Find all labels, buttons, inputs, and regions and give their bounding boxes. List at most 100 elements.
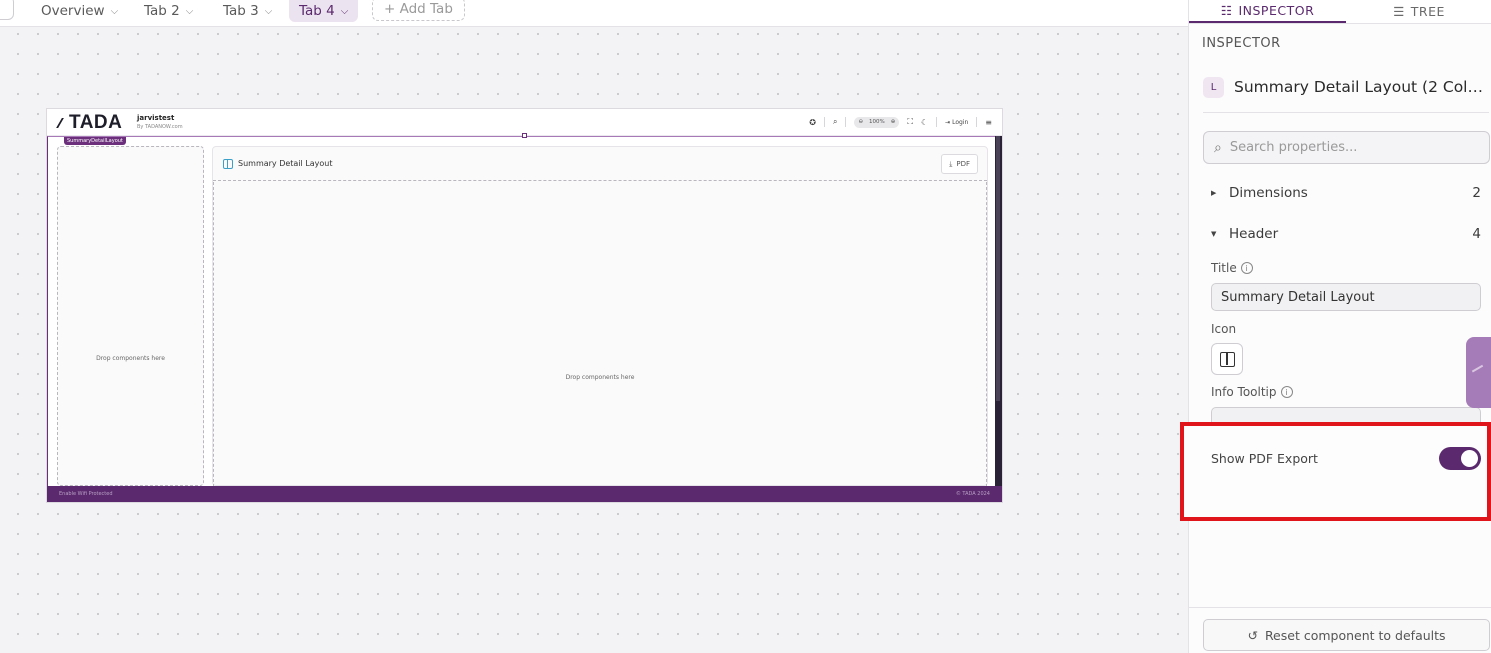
- preview-header: TADA jarvistest By TADANOW.com ✪ ⌕ ⊖ 100…: [47, 109, 1002, 136]
- columns-icon: [223, 159, 233, 169]
- divider: [976, 117, 978, 127]
- detail-card: Summary Detail Layout ⤓ PDF Drop compone…: [212, 146, 988, 487]
- preview-byline: By TADANOW.com: [137, 124, 183, 130]
- canvas-preview: TADA jarvistest By TADANOW.com ✪ ⌕ ⊖ 100…: [47, 109, 1002, 502]
- dark-mode-icon[interactable]: ☾: [921, 118, 928, 127]
- menu-icon[interactable]: ≡: [985, 118, 992, 127]
- title-label: Title: [1211, 261, 1237, 275]
- floating-assistant-tab[interactable]: [1466, 337, 1491, 408]
- tab-tree[interactable]: ☰ TREE: [1346, 0, 1491, 23]
- section-dimensions[interactable]: ▶ Dimensions 2: [1211, 183, 1481, 203]
- tab-label: Overview: [41, 3, 105, 19]
- divider: [823, 117, 825, 127]
- search-input[interactable]: ⌕ Search properties...: [1203, 131, 1490, 164]
- tab-4[interactable]: Tab 4 ⌵: [289, 0, 359, 22]
- tab-inspector-label: INSPECTOR: [1238, 2, 1315, 18]
- preview-username: jarvistest: [137, 114, 175, 122]
- tooltip-field-label: Info Tooltip i: [1211, 385, 1293, 399]
- component-name: Summary Detail Layout (2 Columns): [1234, 78, 1491, 96]
- drop-hint: Drop components here: [96, 355, 165, 362]
- assistant-icon: [1471, 364, 1489, 382]
- chevron-down-icon: ⌵: [185, 5, 194, 17]
- columns-icon: [1219, 351, 1235, 367]
- section-count: 4: [1472, 226, 1481, 242]
- info-icon[interactable]: i: [1280, 386, 1293, 398]
- caret-right-icon: ▶: [1211, 189, 1217, 197]
- title-field-label: Title i: [1211, 261, 1253, 275]
- reset-defaults-button[interactable]: ↺ Reset component to defaults: [1203, 619, 1490, 651]
- fullscreen-icon[interactable]: ⛶: [907, 117, 913, 127]
- highlight-box: [1180, 422, 1491, 521]
- panel-heading: INSPECTOR: [1202, 36, 1281, 51]
- add-tab-button[interactable]: + Add Tab: [372, 0, 465, 21]
- tab-overview[interactable]: Overview ⌵: [37, 0, 122, 22]
- section-header[interactable]: ▼ Header 4: [1211, 224, 1481, 244]
- toggle-knob: [1461, 450, 1478, 467]
- pdf-export-button[interactable]: ⤓ PDF: [941, 154, 978, 174]
- collapse-button[interactable]: [0, 0, 14, 20]
- caret-down-icon: ▼: [1211, 230, 1217, 238]
- tooltip-label: Info Tooltip: [1211, 385, 1277, 399]
- scrollbar-thumb[interactable]: [996, 136, 1000, 401]
- sliders-icon: ☷: [1220, 2, 1233, 18]
- info-icon[interactable]: i: [1240, 262, 1253, 274]
- tab-3[interactable]: Tab 3 ⌵: [219, 0, 276, 22]
- icon-label: Icon: [1211, 322, 1237, 336]
- preview-toolbar: ✪ ⌕ ⊖ 100% ⊕ ⛶ ☾ ⇥ Login ≡: [809, 114, 992, 130]
- zoom-control: ⊖ 100% ⊕: [854, 116, 900, 128]
- download-icon: ⤓: [949, 159, 953, 168]
- selected-component-row: L Summary Detail Layout (2 Columns): [1203, 77, 1491, 113]
- brand-name: TADA: [69, 112, 123, 133]
- left-drop-zone[interactable]: Drop components here: [57, 146, 204, 486]
- divider: [845, 117, 847, 127]
- search-icon: ⌕: [1214, 139, 1222, 156]
- icon-picker-button[interactable]: [1211, 343, 1243, 375]
- login-label: Login: [952, 118, 969, 126]
- divider: [936, 117, 938, 127]
- footer-left-text: Enable Wifi Protected: [59, 491, 113, 497]
- search-placeholder: Search properties...: [1229, 140, 1358, 155]
- reset-icon: ↺: [1247, 627, 1258, 643]
- card-header: Summary Detail Layout ⤓ PDF: [213, 147, 987, 181]
- reset-label: Reset component to defaults: [1264, 627, 1446, 643]
- chevron-down-icon: ⌵: [110, 5, 119, 17]
- tada-logo: TADA: [56, 112, 123, 134]
- app-emblem-icon[interactable]: ✪: [809, 118, 816, 127]
- component-type-badge: L: [1203, 77, 1224, 98]
- tab-inspector[interactable]: ☷ INSPECTOR: [1189, 0, 1346, 23]
- section-count: 2: [1472, 185, 1481, 201]
- search-icon[interactable]: ⌕: [833, 117, 837, 127]
- main-drop-zone[interactable]: Drop components here: [213, 182, 987, 487]
- tab-label: Tab 2: [144, 3, 180, 19]
- panel-tabs: ☷ INSPECTOR ☰ TREE: [1189, 0, 1491, 24]
- title-input[interactable]: Summary Detail Layout: [1211, 283, 1481, 311]
- component-badge: SummaryDetailLayout: [64, 137, 126, 145]
- title-value: Summary Detail Layout: [1221, 289, 1375, 305]
- login-button[interactable]: ⇥ Login: [945, 119, 968, 126]
- card-title: Summary Detail Layout: [238, 159, 333, 168]
- section-label: Header: [1229, 226, 1279, 242]
- tab-label: Tab 4: [299, 3, 335, 19]
- resize-handle-top[interactable]: [522, 133, 527, 138]
- zoom-out-icon[interactable]: ⊖: [858, 119, 863, 125]
- preview-scrollbar[interactable]: [995, 136, 1002, 486]
- section-label: Dimensions: [1229, 185, 1308, 201]
- chevron-down-icon: ⌵: [264, 5, 273, 17]
- inspector-panel: ☷ INSPECTOR ☰ TREE INSPECTOR L Summary D…: [1180, 0, 1491, 653]
- divider: [1189, 607, 1491, 608]
- tab-label: Tab 3: [223, 3, 259, 19]
- icon-field-label: Icon: [1211, 322, 1236, 336]
- tree-icon: ☰: [1393, 3, 1405, 19]
- tab-bar: Overview ⌵ Tab 2 ⌵ Tab 3 ⌵ Tab 4 ⌵ + Add…: [0, 0, 1188, 27]
- chevron-down-icon: ⌵: [340, 5, 349, 17]
- tab-2[interactable]: Tab 2 ⌵: [140, 0, 197, 22]
- preview-footer: Enable Wifi Protected © TADA 2024: [47, 486, 1002, 502]
- drop-hint: Drop components here: [565, 374, 635, 381]
- zoom-level: 100%: [869, 119, 885, 125]
- tab-tree-label: TREE: [1410, 3, 1445, 19]
- zoom-in-icon[interactable]: ⊕: [891, 119, 896, 125]
- pdf-export-toggle[interactable]: [1439, 447, 1481, 470]
- pdf-label: PDF: [956, 160, 970, 168]
- footer-right-text: © TADA 2024: [955, 491, 990, 497]
- pdf-export-label: Show PDF Export: [1211, 451, 1318, 466]
